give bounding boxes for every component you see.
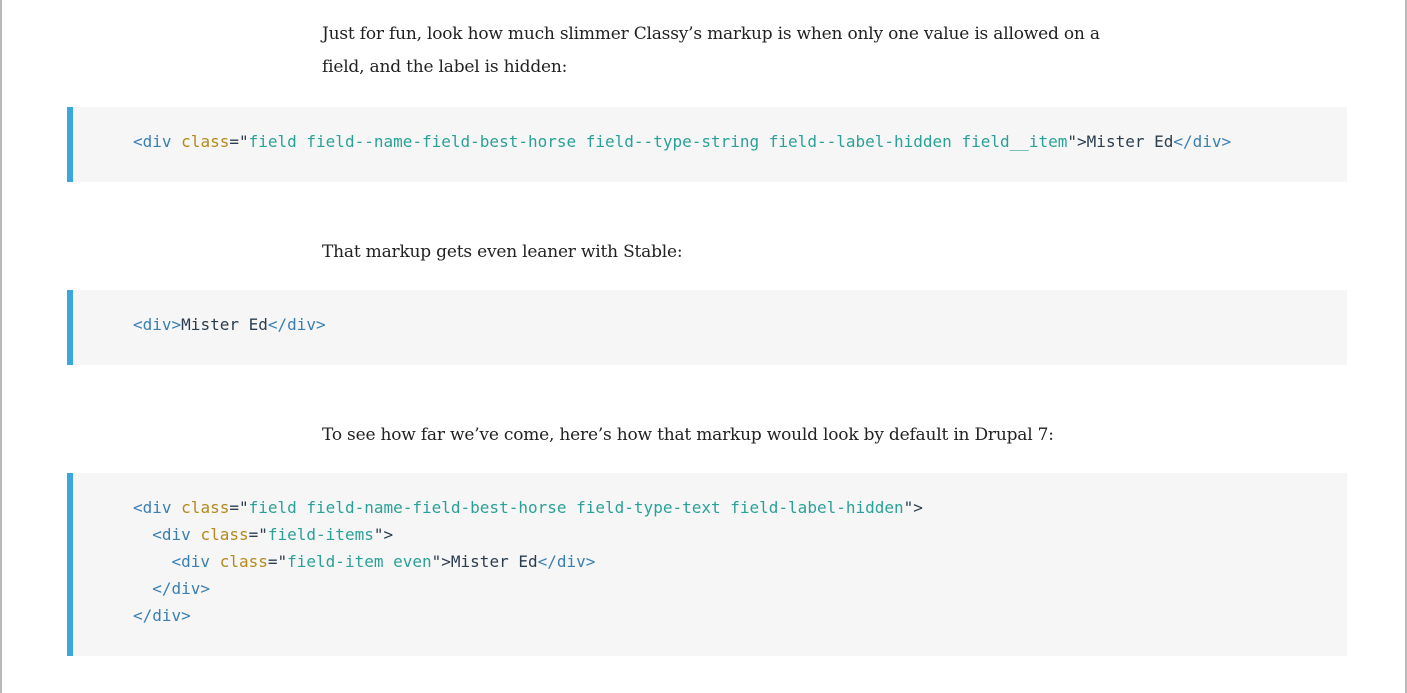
code-tag: </div>: [1173, 132, 1232, 151]
code-text: Mister Ed: [450, 552, 538, 571]
paragraph-line: Just for fun, look how much slimmer Clas…: [322, 24, 1100, 44]
code-tag: <div: [152, 525, 191, 544]
page-left-edge: [0, 0, 2, 693]
code-string: field-item even: [287, 552, 432, 571]
code-tag: <div: [133, 132, 172, 151]
code-punctuation: =": [248, 525, 268, 544]
code-tag: </div>: [267, 315, 326, 334]
code-block-classy: <div class="field field--name-field-best…: [67, 107, 1347, 182]
code-tag: </div>: [537, 552, 596, 571]
code-punctuation: ">: [431, 552, 451, 571]
code-content: <div>Mister Ed</div>: [73, 290, 1347, 338]
code-tag: </div>: [152, 579, 211, 598]
code-punctuation: =": [229, 132, 249, 151]
code-punctuation: ">: [373, 525, 394, 544]
code-attribute: class: [181, 498, 230, 517]
code-tag: <div: [171, 552, 211, 571]
paragraph-line: To see how far we’ve come, here’s how th…: [322, 425, 1054, 445]
paragraph-line: That markup gets even leaner with Stable…: [322, 242, 683, 262]
code-tag: <div: [133, 498, 172, 517]
code-punctuation: ">: [903, 498, 923, 517]
code-punctuation: ">: [1067, 132, 1087, 151]
code-text: Mister Ed: [1086, 132, 1174, 151]
code-tag: </div>: [133, 606, 191, 625]
code-tag: <div>: [133, 315, 182, 334]
paragraph-line: field, and the label is hidden:: [322, 57, 568, 77]
paragraph-drupal7-intro: To see how far we’ve come, here’s how th…: [322, 419, 1102, 452]
code-string: field-items: [267, 525, 374, 544]
code-block-drupal7: <div class="field field-name-field-best-…: [67, 473, 1347, 656]
code-attribute: class: [181, 132, 230, 151]
code-punctuation: =": [229, 498, 249, 517]
code-text: Mister Ed: [181, 315, 268, 334]
code-block-stable: <div>Mister Ed</div>: [67, 290, 1347, 365]
code-attribute: class: [200, 525, 249, 544]
code-punctuation: =": [267, 552, 288, 571]
paragraph-stable-intro: That markup gets even leaner with Stable…: [322, 236, 1102, 269]
paragraph-classy-intro: Just for fun, look how much slimmer Clas…: [322, 18, 1102, 84]
code-string: field field-name-field-best-horse field-…: [248, 498, 904, 517]
code-content: <div class="field field-name-field-best-…: [73, 473, 1347, 629]
code-content: <div class="field field--name-field-best…: [73, 107, 1347, 155]
code-string: field field--name-field-best-horse field…: [248, 132, 1068, 151]
code-attribute: class: [219, 552, 268, 571]
